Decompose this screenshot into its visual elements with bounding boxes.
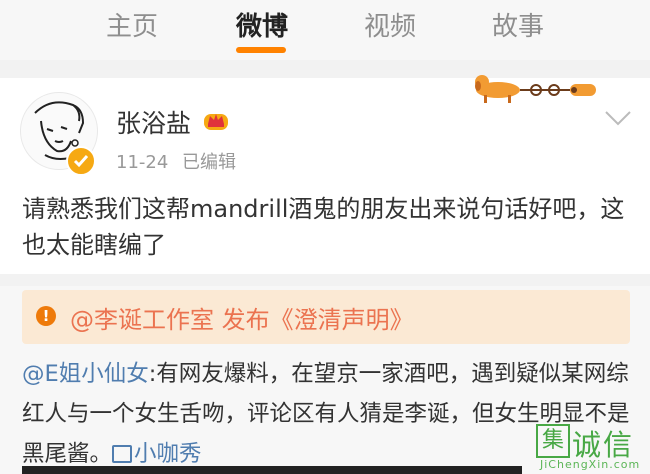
video-link[interactable]: 小咖秀 [112, 441, 202, 467]
edited-label: 已编辑 [182, 152, 237, 173]
repost-mention[interactable]: @E姐小仙女 [22, 361, 149, 387]
active-tab-indicator [236, 47, 286, 53]
exclamation-icon: ! [36, 306, 56, 326]
vip-crown-icon [204, 114, 228, 130]
post-meta: 11-24 已编辑 [116, 148, 236, 174]
tab-story[interactable]: 故事 [492, 6, 544, 43]
dachshund-decoration-icon [475, 75, 596, 103]
post-text: 请熟悉我们这帮mandrill酒鬼的朋友出来说句话好吧，这也太能瞎编了 [22, 195, 625, 259]
notice-text[interactable]: @李诞工作室 发布《澄清声明》 [70, 300, 414, 335]
video-link-label: 小咖秀 [134, 441, 202, 467]
media-preview-edge [22, 466, 522, 474]
chevron-down-icon[interactable] [604, 108, 632, 128]
verified-badge-icon [66, 146, 96, 176]
post-time: 11-24 [116, 152, 169, 173]
tab-home[interactable]: 主页 [106, 6, 158, 43]
top-tab-bar: 主页 微博 视频 故事 [0, 0, 650, 60]
watermark-logo: 集 [536, 424, 570, 458]
video-link-icon [112, 445, 133, 463]
watermark-url: JiChengXin.com [540, 458, 641, 471]
tab-video[interactable]: 视频 [364, 6, 416, 43]
tab-weibo[interactable]: 微博 [236, 6, 288, 43]
author-name[interactable]: 张浴盐 [116, 104, 191, 140]
